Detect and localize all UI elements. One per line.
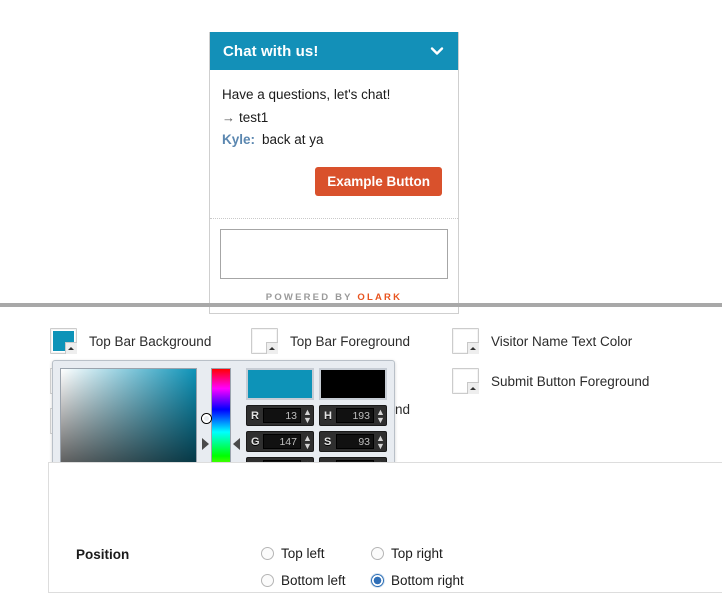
occluded-color-option-label: nd	[395, 402, 411, 417]
example-button[interactable]: Example Button	[315, 167, 442, 196]
red-value[interactable]: 13	[263, 408, 301, 423]
red-label: R	[251, 409, 259, 422]
hue-field[interactable]: H 193 ▲ ▼	[319, 405, 387, 426]
saturation-value-cursor[interactable]	[202, 414, 211, 423]
powered-by-olark: POWERED BY OLARK	[210, 288, 458, 313]
arrow-left-icon	[233, 438, 240, 450]
chat-widget: Chat with us! Have a questions, let's ch…	[209, 32, 459, 314]
green-field[interactable]: G 147 ▲ ▼	[246, 431, 314, 452]
operator-name: Kyle:	[222, 132, 256, 147]
chat-input-wrapper	[210, 219, 458, 288]
radio-mark[interactable]	[371, 574, 384, 587]
chat-message-visitor: → test1	[222, 107, 446, 129]
chat-widget-title: Chat with us!	[223, 42, 319, 60]
red-field[interactable]: R 13 ▲ ▼	[246, 405, 314, 426]
radio-option-top-left[interactable]: Top left	[261, 546, 325, 561]
radio-option-top-right[interactable]: Top right	[371, 546, 443, 561]
chat-message-input[interactable]	[220, 229, 448, 279]
color-option-label: Submit Button Foreground	[491, 373, 650, 389]
swatch-button-visitor-name-text-color[interactable]	[452, 328, 479, 354]
color-option-visitor-name-text-color: Visitor Name Text Color	[452, 328, 632, 354]
section-divider	[0, 303, 722, 307]
color-option-top-bar-background: Top Bar Background	[50, 328, 211, 354]
swatch-dropdown-icon[interactable]	[467, 382, 479, 394]
color-field-row-g-s: G 147 ▲ ▼ S 93 ▲ ▼	[246, 431, 387, 452]
green-label: G	[251, 435, 260, 448]
saturation-value[interactable]: 93	[336, 434, 374, 449]
hue-stepper[interactable]: ▲ ▼	[374, 407, 385, 424]
chevron-down-icon[interactable]	[429, 43, 445, 59]
powered-by-text: POWERED BY	[265, 292, 353, 303]
color-preview-row	[246, 368, 387, 400]
saturation-field[interactable]: S 93 ▲ ▼	[319, 431, 387, 452]
swatch-dropdown-icon[interactable]	[266, 342, 278, 354]
chat-transcript: Have a questions, let's chat! → test1 Kyl…	[210, 70, 458, 210]
hue-value[interactable]: 193	[336, 408, 374, 423]
color-option-label: Top Bar Background	[89, 333, 212, 349]
saturation-label: S	[324, 435, 332, 448]
color-option-top-bar-foreground: Top Bar Foreground	[251, 328, 410, 354]
message-arrow-icon: →	[222, 110, 235, 125]
operator-message-text: back at ya	[262, 132, 324, 147]
radio-mark[interactable]	[371, 547, 384, 560]
radio-label: Top left	[281, 546, 325, 561]
radio-mark[interactable]	[261, 574, 274, 587]
radio-label: Bottom left	[281, 573, 346, 588]
radio-label: Bottom right	[391, 573, 464, 588]
color-option-submit-button-foreground: Submit Button Foreground	[452, 368, 649, 394]
swatch-button-submit-button-foreground[interactable]	[452, 368, 479, 394]
color-option-label: Top Bar Foreground	[290, 333, 411, 349]
position-label: Position	[76, 547, 130, 562]
color-field-row-r-h: R 13 ▲ ▼ H 193 ▲ ▼	[246, 405, 387, 426]
color-option-label: Visitor Name Text Color	[491, 333, 633, 349]
radio-option-bottom-right[interactable]: Bottom right	[371, 573, 464, 588]
example-button-row: Example Button	[222, 167, 446, 196]
swatch-dropdown-icon[interactable]	[65, 342, 77, 354]
olark-brand: OLARK	[357, 292, 403, 303]
red-stepper[interactable]: ▲ ▼	[301, 407, 312, 424]
chat-widget-topbar[interactable]: Chat with us!	[210, 32, 458, 70]
visitor-message-text: test1	[239, 110, 269, 125]
green-stepper[interactable]: ▲ ▼	[301, 433, 312, 450]
chat-message-operator: Kyle: back at ya	[222, 129, 446, 151]
arrow-right-icon	[202, 438, 209, 450]
new-color-preview	[246, 368, 314, 400]
swatch-button-top-bar-foreground[interactable]	[251, 328, 278, 354]
swatch-button-top-bar-background[interactable]	[50, 328, 77, 354]
radio-mark[interactable]	[261, 547, 274, 560]
green-value[interactable]: 147	[263, 434, 301, 449]
swatch-dropdown-icon[interactable]	[467, 342, 479, 354]
radio-label: Top right	[391, 546, 443, 561]
saturation-stepper[interactable]: ▲ ▼	[374, 433, 385, 450]
hue-label: H	[324, 409, 332, 422]
radio-option-bottom-left[interactable]: Bottom left	[261, 573, 346, 588]
current-color-preview	[319, 368, 387, 400]
chat-greeting: Have a questions, let's chat!	[222, 87, 391, 102]
